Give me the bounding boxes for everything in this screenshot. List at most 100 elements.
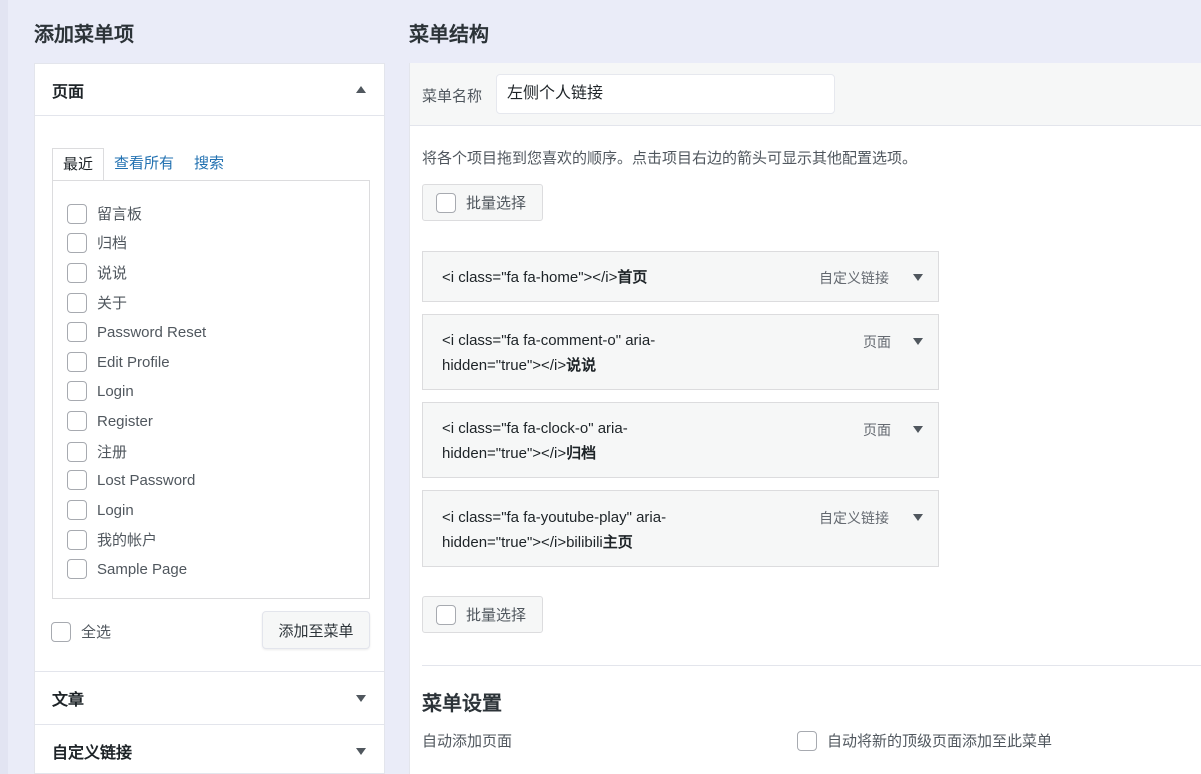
menu-item-html: <i class="fa fa-clock-o" aria-	[442, 420, 628, 437]
menu-item-shuoshuo[interactable]: <i class="fa fa-comment-o" aria-hidden="…	[422, 314, 939, 390]
menu-name-input[interactable]: 左侧个人链接	[496, 74, 835, 114]
menu-item-title: <i class="fa fa-youtube-play" aria-hidde…	[442, 505, 666, 555]
page-label: Password Reset	[97, 323, 207, 341]
pages-list-panel: 留言板 归档 说说 关于 Password Reset Edit Profile…	[52, 180, 370, 599]
menu-item-home[interactable]: <i class="fa fa-home"></i>首页 自定义链接	[422, 251, 939, 302]
custom-links-section-header[interactable]: 自定义链接	[35, 725, 384, 774]
posts-section-header[interactable]: 文章	[35, 672, 384, 724]
checkbox[interactable]	[67, 381, 87, 401]
checkbox[interactable]	[67, 411, 87, 431]
menu-structure-panel: 菜单名称 左侧个人链接 将各个项目拖到您喜欢的顺序。点击项目右边的箭头可显示其他…	[409, 63, 1201, 774]
expand-arrow-icon[interactable]	[913, 426, 923, 433]
page-label: Login	[97, 501, 134, 519]
checkbox[interactable]	[67, 441, 87, 462]
checkbox[interactable]	[67, 262, 87, 283]
posts-section: 文章	[34, 671, 385, 725]
tab-search[interactable]: 搜索	[184, 148, 234, 181]
bulk-select-checkbox[interactable]	[436, 192, 456, 213]
expand-arrow-icon[interactable]	[913, 338, 923, 345]
menu-item-archive[interactable]: <i class="fa fa-clock-o" aria-hidden="tr…	[422, 402, 939, 478]
menu-item-label: 首页	[617, 269, 648, 286]
pages-tabs: 最近 查看所有 搜索	[52, 148, 234, 181]
auto-add-pages-option-label: 自动将新的顶级页面添加至此菜单	[827, 733, 1053, 750]
list-item[interactable]: 注册	[67, 441, 127, 462]
add-menu-items-title: 添加菜单项	[34, 24, 134, 46]
select-all-checkbox[interactable]	[51, 621, 71, 642]
menu-item-type: 自定义链接	[819, 510, 889, 526]
posts-section-heading: 文章	[52, 692, 85, 709]
page-label: Register	[97, 412, 153, 430]
bulk-select-bottom[interactable]: 批量选择	[422, 596, 543, 633]
list-item[interactable]: 我的帐户	[67, 529, 157, 550]
page-label: Sample Page	[97, 560, 188, 578]
checkbox[interactable]	[67, 559, 87, 579]
menu-item-label: 归档	[566, 445, 597, 462]
page-label: 关于	[97, 295, 128, 312]
menu-settings-title: 菜单设置	[422, 693, 502, 715]
menu-item-type: 自定义链接	[819, 270, 889, 286]
checkbox[interactable]	[67, 232, 87, 253]
menu-item-html: <i class="fa fa-youtube-play" aria-	[442, 509, 667, 526]
bulk-select-checkbox[interactable]	[436, 604, 456, 625]
checkbox[interactable]	[67, 352, 87, 372]
select-all[interactable]: 全选	[51, 621, 111, 642]
bulk-select-top[interactable]: 批量选择	[422, 184, 543, 221]
menu-item-label: 主页	[602, 534, 633, 551]
menu-item-html: <i class="fa fa-comment-o" aria-	[442, 332, 656, 349]
checkbox[interactable]	[67, 322, 87, 342]
checkbox[interactable]	[67, 292, 87, 313]
expand-arrow-icon[interactable]	[356, 694, 366, 702]
page-label: 说说	[97, 265, 128, 282]
menu-item-title: <i class="fa fa-home"></i>首页	[442, 265, 647, 290]
page-label: Login	[97, 382, 134, 400]
drag-instructions: 将各个项目拖到您喜欢的顺序。点击项目右边的箭头可显示其他配置选项。	[422, 150, 918, 167]
list-item[interactable]: Register	[67, 411, 153, 431]
expand-arrow-icon[interactable]	[356, 747, 366, 755]
admin-sidebar-edge	[0, 0, 8, 774]
menu-item-html: hidden="true"></i>bilibili	[442, 534, 603, 551]
menu-structure-title: 菜单结构	[409, 24, 489, 46]
bulk-select-label: 批量选择	[466, 607, 527, 624]
add-to-menu-button[interactable]: 添加至菜单	[262, 611, 370, 649]
expand-arrow-icon[interactable]	[913, 274, 923, 281]
list-item[interactable]: Sample Page	[67, 559, 187, 579]
page-label: Edit Profile	[97, 353, 170, 371]
checkbox[interactable]	[67, 470, 87, 490]
pages-section: 页面 最近 查看所有 搜索 留言板 归档 说说 关于 Password Rese…	[34, 63, 385, 672]
menu-name-bar: 菜单名称 左侧个人链接	[410, 63, 1201, 126]
list-item[interactable]: Lost Password	[67, 470, 195, 490]
list-item[interactable]: Login	[67, 381, 134, 401]
auto-add-pages-option[interactable]: 自动将新的顶级页面添加至此菜单	[797, 730, 1052, 751]
list-item[interactable]: Edit Profile	[67, 352, 170, 372]
tab-view-all[interactable]: 查看所有	[104, 148, 184, 181]
collapse-arrow-icon[interactable]	[356, 86, 366, 93]
list-item[interactable]: 归档	[67, 232, 127, 253]
list-item[interactable]: Login	[67, 500, 134, 520]
page-label: 归档	[97, 235, 128, 252]
menu-item-label: 说说	[566, 357, 597, 374]
custom-links-section-heading: 自定义链接	[52, 745, 133, 762]
auto-add-pages-label: 自动添加页面	[422, 733, 513, 750]
page-label: 我的帐户	[97, 532, 158, 549]
auto-add-pages-checkbox[interactable]	[797, 730, 817, 751]
list-item[interactable]: 留言板	[67, 203, 142, 224]
checkbox[interactable]	[67, 529, 87, 550]
tab-recent[interactable]: 最近	[52, 148, 105, 181]
checkbox[interactable]	[67, 500, 87, 520]
expand-arrow-icon[interactable]	[913, 514, 923, 521]
menu-item-title: <i class="fa fa-clock-o" aria-hidden="tr…	[442, 416, 628, 466]
menu-item-html: hidden="true"></i>	[442, 445, 567, 462]
checkbox[interactable]	[67, 203, 87, 224]
menu-item-bilibili[interactable]: <i class="fa fa-youtube-play" aria-hidde…	[422, 490, 939, 567]
list-item[interactable]: Password Reset	[67, 322, 206, 342]
pages-section-header[interactable]: 页面	[35, 64, 384, 116]
list-item[interactable]: 关于	[67, 292, 127, 313]
menu-name-label: 菜单名称	[422, 88, 483, 105]
select-all-label: 全选	[81, 624, 112, 641]
menu-item-html: <i class="fa fa-home"></i>	[442, 269, 618, 286]
list-item[interactable]: 说说	[67, 262, 127, 283]
page-label: 注册	[97, 444, 128, 461]
pages-section-heading: 页面	[52, 83, 85, 101]
divider	[422, 665, 1201, 666]
menu-item-html: hidden="true"></i>	[442, 357, 567, 374]
